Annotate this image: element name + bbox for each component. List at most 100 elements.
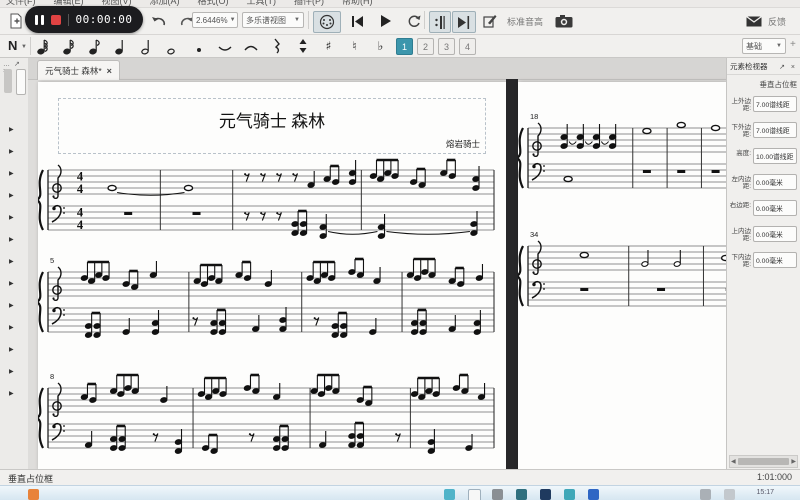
image-capture-button[interactable] <box>551 11 577 31</box>
pan-score-button[interactable] <box>452 11 476 33</box>
flip-icon[interactable] <box>294 36 311 56</box>
chevron-down-icon[interactable]: ▼ <box>230 17 236 23</box>
palette-handle[interactable] <box>16 69 26 95</box>
menu-item[interactable]: 插件(P) <box>294 0 324 7</box>
palette-item-arrow[interactable]: ▶ <box>9 236 14 243</box>
aug-dot-icon[interactable] <box>190 36 207 56</box>
music-system[interactable]: 5 <box>38 254 506 348</box>
palette-handle[interactable] <box>4 69 12 93</box>
scroll-right-icon[interactable]: ▶ <box>791 458 796 465</box>
note-32nd-icon[interactable] <box>34 36 51 56</box>
taskbar-icon-app-teal2[interactable] <box>564 489 575 500</box>
property-value-input[interactable]: 0.00毫米 <box>753 226 797 242</box>
tab-close-icon[interactable]: × <box>107 66 112 76</box>
stop-record-icon[interactable] <box>50 14 61 25</box>
playback-position: 1:01:000 <box>756 472 792 482</box>
midi-input-button[interactable] <box>313 11 341 33</box>
chevron-down-icon[interactable]: ▼ <box>294 17 300 23</box>
menu-item[interactable]: 帮助(H) <box>342 0 373 7</box>
note-quarter-icon[interactable] <box>112 36 129 56</box>
music-system[interactable]: 4444 <box>38 152 506 246</box>
property-value-input[interactable]: 0.00毫米 <box>753 174 797 190</box>
note-16th-icon[interactable] <box>60 36 77 56</box>
palette-item-arrow[interactable]: ▶ <box>9 302 14 309</box>
menu-item[interactable]: 添加(A) <box>150 0 180 7</box>
workspace-dropdown[interactable]: 基础 ▼ <box>742 38 786 54</box>
scrollbar-thumb[interactable] <box>737 458 790 465</box>
voice-1-button[interactable]: 1 <box>396 38 413 55</box>
score-title[interactable]: 元气骑士 森林 <box>59 107 485 132</box>
voice-3-button[interactable]: 3 <box>438 38 455 55</box>
palette-item-arrow[interactable]: ▶ <box>9 280 14 287</box>
palette-item-arrow[interactable]: ▶ <box>9 346 14 353</box>
property-value-input[interactable]: 0.00毫米 <box>753 200 797 216</box>
taskbar-icon-app-gray[interactable] <box>492 489 503 500</box>
palette-item-arrow[interactable]: ▶ <box>9 126 14 133</box>
slur-icon[interactable] <box>242 36 259 56</box>
palette-item-arrow[interactable]: ▶ <box>9 368 14 375</box>
inspector-header-icons[interactable]: ↗ × <box>779 63 797 71</box>
note-8th-icon[interactable] <box>86 36 103 56</box>
note-half-icon[interactable] <box>138 36 155 56</box>
palette-item-arrow[interactable]: ▶ <box>9 324 14 331</box>
inspector-h-scrollbar[interactable]: ◀ ▶ <box>729 455 798 468</box>
title-frame-selected[interactable]: 元气骑士 森林 熔岩骑士 <box>58 98 486 154</box>
menu-item[interactable]: 工具(T) <box>247 0 277 7</box>
taskbar-icon-tray-2[interactable] <box>724 489 735 500</box>
palette-item-arrow[interactable]: ▶ <box>9 258 14 265</box>
play-repeats-button[interactable] <box>429 11 451 33</box>
taskbar-icon-app-blue[interactable] <box>588 489 599 500</box>
note-whole-icon[interactable] <box>164 36 181 56</box>
svg-text:5: 5 <box>50 256 54 265</box>
tie-icon[interactable] <box>216 36 233 56</box>
loop-playback-button[interactable] <box>402 11 424 31</box>
rest-icon[interactable] <box>268 36 285 56</box>
view-mode-dropdown[interactable]: 多乐谱视图 ▼ <box>242 12 304 28</box>
palette-item-arrow[interactable]: ▶ <box>9 214 14 221</box>
feedback-envelope-icon[interactable] <box>744 11 764 31</box>
canvas[interactable]: 元气骑士 森林 熔岩骑士 444458 18 34 <box>28 79 727 470</box>
music-system[interactable]: 8 <box>38 370 506 464</box>
property-value-input[interactable]: 0.00毫米 <box>753 252 797 268</box>
concert-pitch-label[interactable]: 标准音高 <box>507 15 543 28</box>
zoom-level-input[interactable]: 2.6446% ▼ <box>192 12 238 28</box>
chevron-down-icon[interactable]: ▼ <box>21 44 27 50</box>
edit-pen-icon[interactable] <box>479 11 501 31</box>
property-value-input[interactable]: 10.00谱线距 <box>753 148 797 164</box>
undo-button[interactable] <box>148 11 170 31</box>
taskbar-icon-app-navy[interactable] <box>540 489 551 500</box>
add-workspace-button[interactable]: + <box>790 39 796 50</box>
taskbar-icon-app-orange[interactable] <box>28 489 39 500</box>
score-tab[interactable]: 元气骑士 森林* × <box>37 60 120 80</box>
taskbar-icon-app-teal[interactable] <box>444 489 455 500</box>
new-score-icon[interactable] <box>6 11 26 31</box>
taskbar-icon-app-white[interactable] <box>468 489 481 500</box>
score-page-1[interactable]: 元气骑士 森林 熔岩骑士 4444 5 8 <box>38 82 506 470</box>
rewind-button[interactable] <box>346 11 368 31</box>
windows-taskbar[interactable]: 15:17 <box>0 485 800 500</box>
palette-item-arrow[interactable]: ▶ <box>9 170 14 177</box>
music-system[interactable]: 18 <box>518 110 727 204</box>
feedback-label[interactable]: 反馈 <box>768 15 786 28</box>
taskbar-icon-tray-1[interactable] <box>700 489 711 500</box>
note-input-button[interactable]: N <box>8 38 17 53</box>
voice-2-button[interactable]: 2 <box>417 38 434 55</box>
property-value-input[interactable]: 7.00谱线距 <box>753 122 797 138</box>
palette-item-arrow[interactable]: ▶ <box>9 390 14 397</box>
flat-icon[interactable]: ♭ <box>372 36 389 56</box>
sharp-icon[interactable]: ♯ <box>320 36 337 56</box>
menu-item[interactable]: 格式(O) <box>198 0 229 7</box>
palette-item-arrow[interactable]: ▶ <box>9 148 14 155</box>
score-page-2[interactable]: 18 34 <box>518 82 727 470</box>
voice-4-button[interactable]: 4 <box>459 38 476 55</box>
taskbar-icon-app-darkteal[interactable] <box>516 489 527 500</box>
play-button[interactable] <box>374 11 396 31</box>
natural-icon[interactable]: ♮ <box>346 36 363 56</box>
property-value-input[interactable]: 7.00谱线距 <box>753 96 797 112</box>
composer-text[interactable]: 熔岩骑士 <box>446 138 480 150</box>
pause-icon[interactable] <box>35 14 44 25</box>
palette-item-arrow[interactable]: ▶ <box>9 192 14 199</box>
menu-item[interactable]: 文件(F) <box>6 0 36 7</box>
scroll-left-icon[interactable]: ◀ <box>731 458 736 465</box>
music-system[interactable]: 34 <box>518 228 727 322</box>
